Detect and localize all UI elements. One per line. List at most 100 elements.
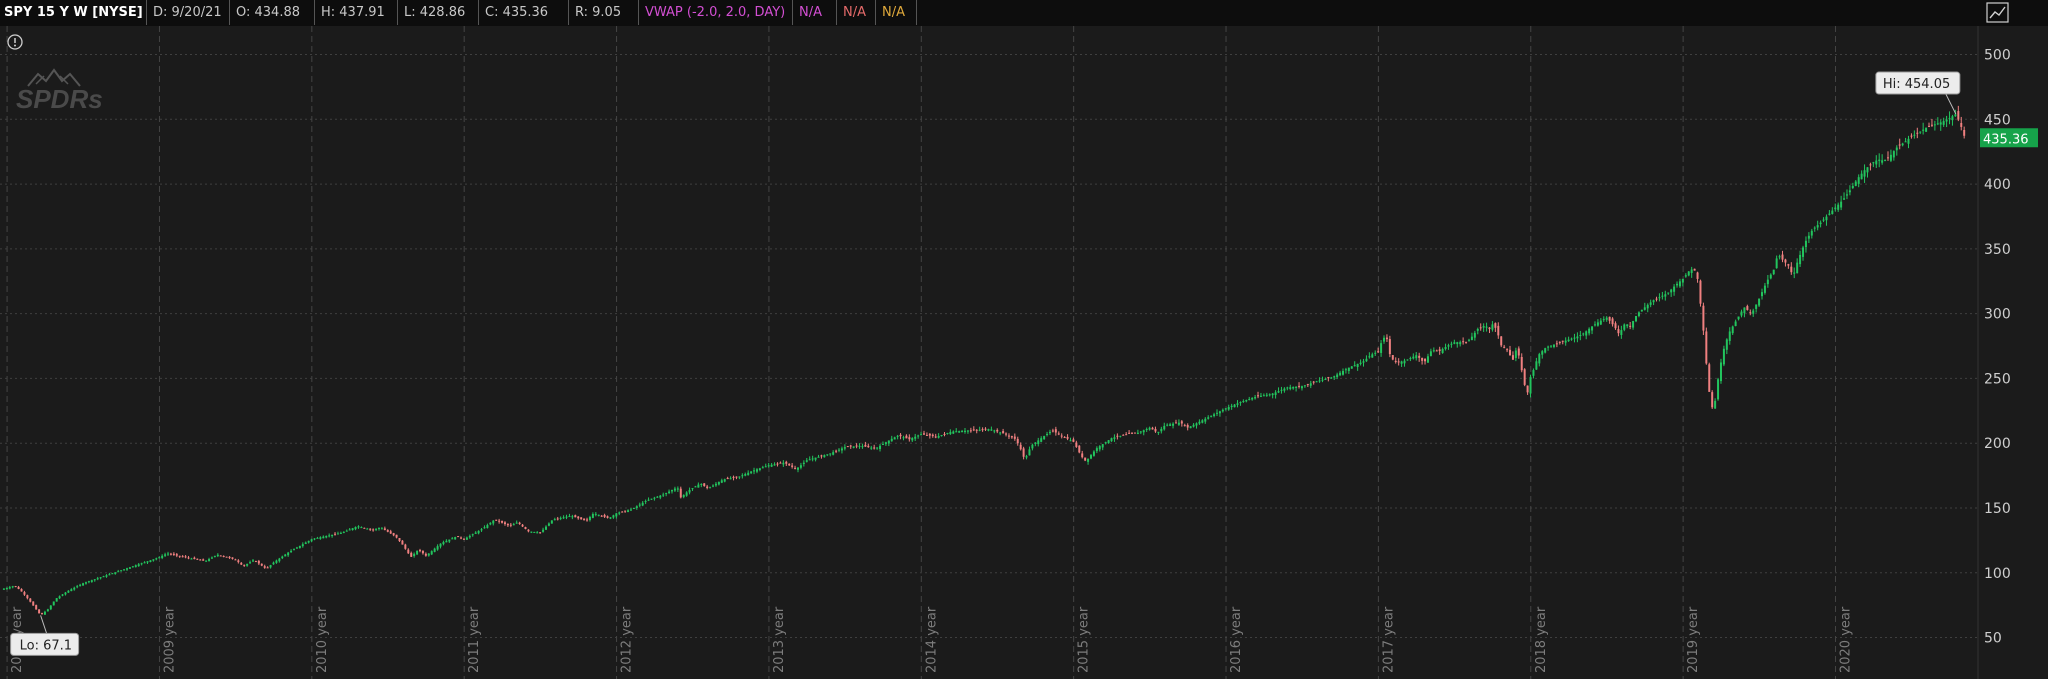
candle-body	[1300, 386, 1303, 389]
candle-body	[1189, 426, 1192, 429]
candle-body	[49, 605, 52, 610]
candle-body	[155, 558, 158, 560]
candle-body	[471, 534, 474, 536]
candle-body	[293, 549, 296, 551]
candle-body	[1462, 341, 1465, 343]
candle-body	[864, 444, 867, 447]
candle-body	[1380, 343, 1383, 353]
candle-body	[1476, 328, 1479, 331]
candle-body	[600, 515, 603, 517]
candle-body	[307, 540, 310, 543]
candle-body	[14, 586, 17, 588]
hi-lo-callouts: Hi: 454.05 Lo: 67.1	[10, 71, 1961, 656]
candle-body	[975, 429, 978, 431]
candle-body	[404, 544, 407, 549]
candle-body	[952, 431, 955, 434]
candle-body	[1306, 384, 1309, 386]
candle-body	[682, 494, 685, 498]
candle-body	[1280, 389, 1283, 391]
candle-body	[1614, 323, 1617, 329]
symbol-label[interactable]: SPY 15 Y W [NYSE]	[0, 0, 147, 25]
candle-body	[503, 522, 506, 525]
candle-body	[1734, 321, 1737, 327]
candle-body	[1254, 397, 1257, 399]
candle-body	[676, 488, 679, 490]
candle-body	[5, 587, 8, 590]
candle-body	[1136, 432, 1139, 435]
x-tick-label: 2011 year	[467, 606, 482, 673]
candle-body	[1010, 436, 1013, 438]
candle-body	[1676, 283, 1679, 286]
candle-body	[580, 517, 583, 520]
candle-body	[533, 531, 536, 533]
candle-body	[120, 570, 123, 572]
candle-body	[1591, 326, 1594, 331]
candle-body	[1772, 269, 1775, 275]
candle-body	[41, 613, 44, 615]
spdrs-watermark-logo: SPDRs	[16, 68, 103, 114]
candle-body	[1213, 414, 1216, 417]
candle-body	[1649, 302, 1652, 305]
candle-body	[1043, 436, 1046, 440]
candle-body	[1362, 361, 1365, 363]
candle-body	[1746, 306, 1749, 310]
candle-body	[814, 457, 817, 460]
candle-body	[1881, 160, 1884, 163]
candle-body	[1564, 340, 1567, 343]
candle-body	[717, 482, 720, 485]
y-tick-label: 350	[1984, 242, 2011, 258]
info-icon[interactable]	[7, 34, 23, 50]
candle-body	[635, 506, 638, 508]
open-readout: O: 434.88	[230, 0, 315, 25]
candle-body	[881, 443, 884, 445]
candle-body	[29, 598, 32, 602]
candle-body	[489, 522, 492, 525]
chart-settings-icon[interactable]	[1985, 0, 2010, 26]
candle-body	[694, 486, 697, 488]
candle-body	[1207, 417, 1210, 419]
candle-body	[1321, 379, 1324, 381]
candle-body	[1148, 427, 1151, 430]
candle-body	[1593, 324, 1596, 326]
candle-body	[357, 526, 360, 528]
price-chart[interactable]: SPDRs 50100150200250300350400450500 2008…	[0, 26, 2048, 679]
candle-body	[178, 555, 181, 557]
candle-body	[1385, 337, 1388, 340]
candle-body	[1728, 331, 1731, 341]
candle-body	[603, 514, 606, 517]
candle-body	[436, 546, 439, 550]
candle-body	[205, 560, 208, 562]
candle-body	[966, 430, 969, 432]
candle-body	[1658, 297, 1661, 299]
candle-body	[852, 446, 855, 448]
candle-body	[210, 557, 213, 559]
candle-body	[219, 555, 222, 557]
candle-body	[638, 504, 641, 506]
candle-body	[709, 487, 712, 489]
close-readout: C: 435.36	[479, 0, 569, 25]
candle-body	[1377, 351, 1380, 353]
candle-body	[331, 534, 334, 537]
y-tick-label: 150	[1984, 501, 2011, 517]
candle-body	[597, 514, 600, 516]
candle-body	[1837, 204, 1840, 210]
candle-body	[64, 592, 67, 595]
candle-body	[213, 555, 216, 557]
candle-body	[1429, 351, 1432, 357]
vwap-value-3: N/A	[876, 0, 917, 25]
time-axis[interactable]: 2008 year2009 year2010 year2011 year2012…	[10, 606, 1853, 673]
candle-body	[134, 565, 137, 567]
vwap-study-label[interactable]: VWAP (-2.0, 2.0, DAY)	[639, 0, 793, 25]
candle-body	[84, 582, 87, 584]
candle-body	[1048, 431, 1051, 434]
candle-body	[2, 588, 5, 590]
candle-body	[32, 601, 35, 606]
candle-body	[993, 430, 996, 432]
candle-body	[152, 559, 155, 561]
candle-body	[287, 552, 290, 556]
candle-body	[1711, 392, 1714, 408]
candle-body	[1063, 437, 1066, 439]
candle-body	[1339, 372, 1342, 376]
candle-body	[1825, 216, 1828, 221]
candle-body	[1078, 445, 1081, 453]
